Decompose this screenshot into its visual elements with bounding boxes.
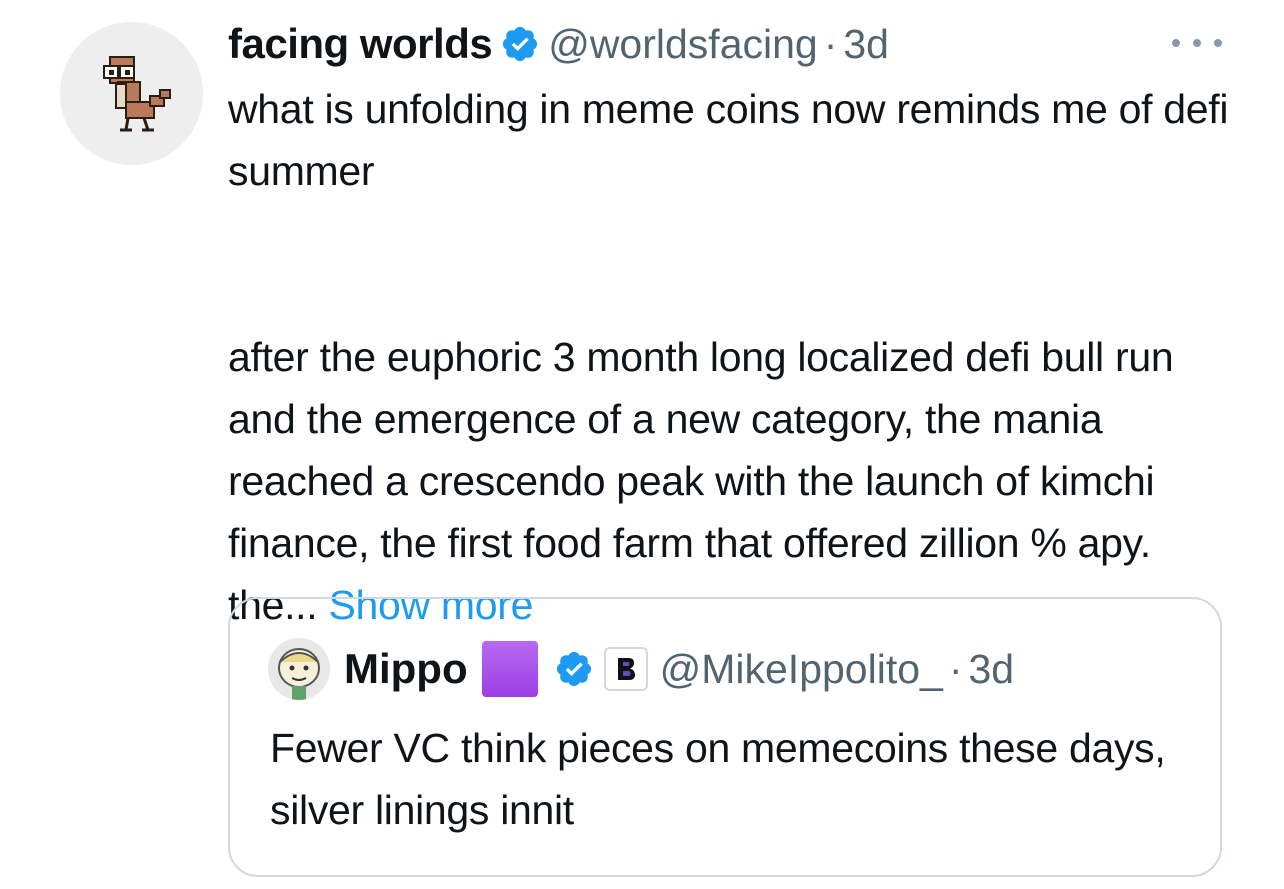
quoted-tweet-header: Mippo @MikeIppolito_ · 3d [268,638,1014,700]
quoted-header-separator: · [948,645,963,692]
tweet-paragraph-2: after the euphoric 3 month long localize… [228,326,1238,636]
quoted-author-avatar[interactable] [268,638,330,700]
quoted-tweet-timestamp[interactable]: 3d [968,646,1014,693]
author-avatar[interactable] [60,22,203,165]
quoted-tweet[interactable]: Mippo @MikeIppolito_ · 3d Fewer VC think… [228,597,1222,877]
more-dot [1193,39,1201,47]
author-display-name[interactable]: facing worlds [228,20,493,68]
quoted-author-handle[interactable]: @MikeIppolito_ [660,646,943,693]
more-horizontal-icon[interactable] [1172,28,1222,58]
verified-badge-icon[interactable] [500,24,540,64]
quoted-tweet-text: Fewer VC think pieces on memecoins these… [270,725,1166,833]
more-dot [1214,39,1222,47]
more-dot [1172,39,1180,47]
quoted-author-display-name[interactable]: Mippo [344,645,468,693]
tweet-paragraph-1: what is unfolding in meme coins now remi… [228,86,1229,194]
tweet-timestamp[interactable]: 3d [843,21,889,68]
tweet-text: what is unfolding in meme coins now remi… [228,78,1238,636]
affiliate-badge-icon[interactable] [603,647,648,691]
purple-square-emoji-icon [481,641,538,697]
pixel-creature-icon [60,22,203,165]
author-handle[interactable]: @worldsfacing [548,21,818,68]
tweet-header: facing worlds @worldsfacing · 3d [228,14,889,74]
quoted-verified-badge-icon[interactable] [554,649,594,689]
tweet[interactable]: facing worlds @worldsfacing · 3d what is… [0,0,1284,889]
header-separator: · [823,20,838,67]
cartoon-face-icon [268,638,330,700]
